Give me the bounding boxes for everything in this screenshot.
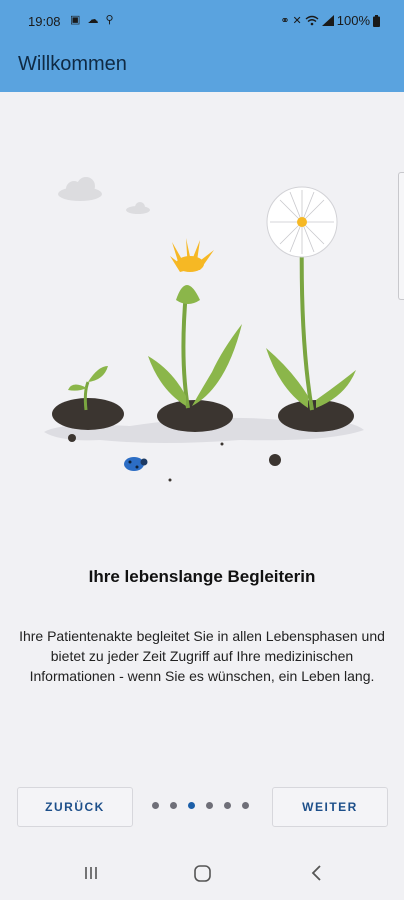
- wifi-icon: [305, 15, 319, 26]
- page-indicator: [152, 802, 249, 809]
- onboarding-description: Ihre Patientenakte begleitet Sie in alle…: [19, 628, 385, 684]
- page-dot-2[interactable]: [170, 802, 177, 809]
- link-icon: ⚭: [280, 15, 290, 27]
- system-navigation-bar: [0, 852, 404, 900]
- back-icon[interactable]: [310, 864, 324, 882]
- cloud-left-icon: [58, 177, 102, 201]
- status-system-icons: ⚭ ✕ 100%: [280, 13, 380, 28]
- onboarding-headline: Ihre lebenslange Begleiterin: [88, 567, 316, 586]
- status-time: 19:08: [28, 14, 61, 29]
- location-icon: ⚲: [105, 14, 116, 26]
- recents-icon[interactable]: [82, 864, 100, 882]
- status-bar: 19:08 ▣ ☁ ⚲ ⚭ ✕ 100%: [0, 0, 404, 42]
- dandelion-growth-illustration: [44, 177, 364, 482]
- page-title: Willkommen: [18, 53, 127, 75]
- ladybug-icon: [124, 457, 148, 471]
- soil-mound-left: [52, 398, 124, 430]
- status-notification-icons: ▣ ☁ ⚲: [70, 13, 116, 26]
- battery-percent: 100%: [336, 13, 370, 28]
- signal-icon: [321, 15, 334, 26]
- cloud-right-icon: [126, 202, 150, 214]
- page-dot-3-active[interactable]: [188, 802, 195, 809]
- home-icon[interactable]: [193, 864, 213, 884]
- flowering-dandelion: [148, 238, 242, 409]
- page-dot-5[interactable]: [224, 802, 231, 809]
- mute-icon: ✕: [292, 15, 302, 27]
- seed-head-dandelion: [266, 186, 356, 411]
- edge-panel-handle[interactable]: [398, 172, 404, 300]
- app-bar: Willkommen: [0, 42, 404, 92]
- soil-mound-middle: [157, 400, 233, 432]
- gallery-icon: ▣: [70, 14, 83, 26]
- page-dot-4[interactable]: [206, 802, 213, 809]
- page-dot-1[interactable]: [152, 802, 159, 809]
- cloud-icon: ☁: [87, 14, 101, 26]
- back-button[interactable]: ZURÜCK: [17, 787, 133, 827]
- next-button[interactable]: WEITER: [272, 787, 388, 827]
- page-dot-6[interactable]: [242, 802, 249, 809]
- battery-icon: [373, 14, 380, 27]
